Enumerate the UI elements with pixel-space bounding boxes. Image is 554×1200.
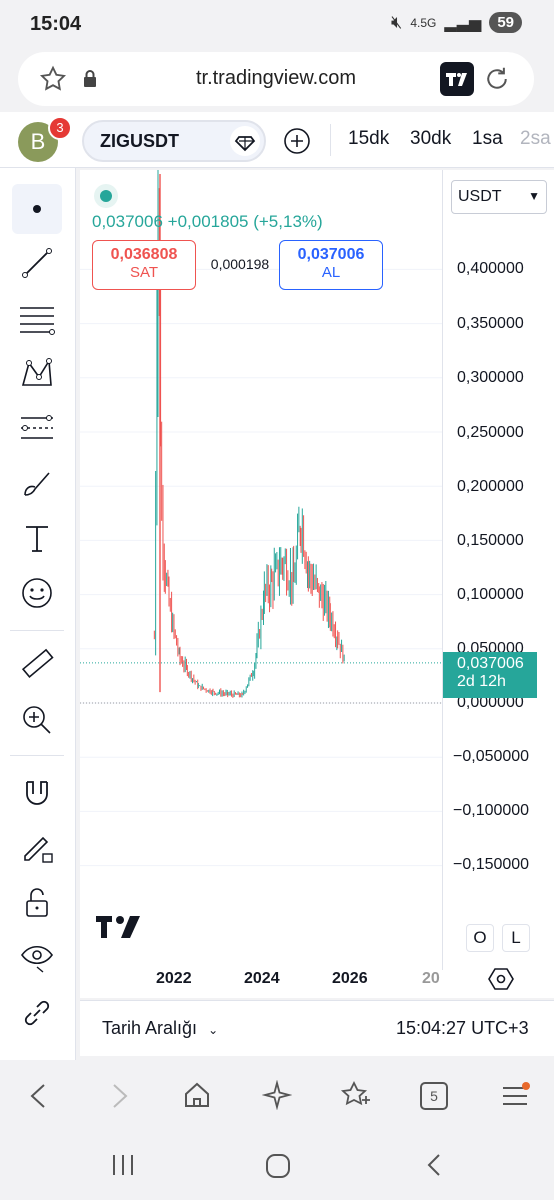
battery-badge: 59 [489,12,522,33]
drawing-toolbar [0,168,76,1060]
price-tick: 0,150000 [457,532,524,549]
menu-icon[interactable] [500,1082,530,1110]
time-axis-label: 2022 [156,970,192,987]
sell-label: SAT [129,264,159,281]
log-scale-button[interactable]: L [502,924,530,952]
forecast-tool[interactable] [12,403,62,453]
home-button-icon[interactable] [264,1152,292,1180]
change-value: +0,001805 [167,212,249,231]
sell-price: 0,036808 [110,246,178,263]
tabs-icon[interactable]: 5 [420,1082,448,1110]
last-price: 0,037006 [92,212,163,231]
price-tick: 0,300000 [457,369,524,386]
chart-header: B 3 ZIGUSDT 15dk 30dk 1sa 2sa [0,112,554,168]
unlock-icon[interactable] [12,878,62,928]
add-comparison-icon[interactable] [282,126,312,156]
ohlc-o-button[interactable]: O [466,924,494,952]
chevron-down-icon: ⌄ [208,1023,219,1037]
lock-drawing-icon[interactable] [12,823,62,873]
price-tick: 0,250000 [457,424,524,441]
mute-icon: 🔇︎ [391,12,403,32]
tradingview-app-icon[interactable] [440,62,474,96]
timezone-clock[interactable]: 15:04:27 UTC+3 [396,1018,529,1039]
price-tick: 0,100000 [457,586,524,603]
price-tick: 0,200000 [457,478,524,495]
price-axis[interactable]: USDT ▼ 0,400000 0,350000 0,300000 0,2500… [442,170,554,970]
time-axis-label: 2026 [332,970,368,987]
price-change-line: 0,037006 +0,001805 (+5,13%) [92,212,323,232]
chart-pane[interactable]: 0,037006 +0,001805 (+5,13%) 0,036808 SAT… [80,170,554,998]
price-tick: −0,100000 [453,802,530,819]
divider [10,755,64,756]
ruler-icon[interactable] [12,640,62,690]
reload-icon[interactable] [482,64,512,94]
text-tool[interactable] [12,513,62,563]
brush-tool[interactable] [12,458,62,508]
tradingview-logo-icon[interactable] [96,914,142,940]
sell-button[interactable]: 0,036808 SAT [92,240,196,290]
settings-hexagon-icon[interactable] [488,966,514,992]
system-navigation [0,1130,554,1200]
pattern-tool[interactable] [12,348,62,398]
recents-icon[interactable] [110,1152,136,1178]
browser-toolbar: 5 [0,1062,554,1130]
currency-value: USDT [458,188,502,205]
fib-tool[interactable] [12,293,62,343]
status-bar: 15:04 🔇︎ 4.5G ▂▃▅ 59 [0,0,554,50]
price-tick: −0,150000 [453,856,530,873]
currency-select[interactable]: USDT ▼ [451,180,547,214]
address-bar[interactable]: tr.tradingview.com [18,52,534,106]
home-icon[interactable] [182,1080,212,1110]
symbol-search[interactable]: ZIGUSDT [82,120,266,162]
bar-countdown: 2d 12h [457,673,506,690]
buy-button[interactable]: 0,037006 AL [279,240,383,290]
price-tick: 0,400000 [457,260,524,277]
divider [10,630,64,631]
chart-bottom-bar: Tarih Aralığı ⌄ 15:04:27 UTC+3 [80,1000,554,1056]
interval-2sa[interactable]: 2sa [520,128,551,150]
bookmarks-icon[interactable] [340,1080,372,1110]
network-label: 4.5G [410,15,437,30]
zoom-in-icon[interactable] [12,695,62,745]
price-chart[interactable] [80,170,442,970]
interval-15dk[interactable]: 15dk [348,128,389,150]
current-price-tag-value: 0,037006 [457,655,524,672]
trend-line-tool[interactable] [12,238,62,288]
time-axis-label: 20 [422,970,440,987]
forward-icon[interactable] [106,1082,132,1110]
magnet-icon[interactable] [12,768,62,818]
buy-price: 0,037006 [297,246,365,263]
back-icon[interactable] [26,1082,52,1110]
spread-value: 0,000198 [210,256,270,272]
notification-badge: 3 [48,116,72,140]
buy-label: AL [321,264,341,281]
divider [330,124,331,156]
diamond-icon[interactable] [230,126,260,156]
symbol-name: ZIGUSDT [100,131,179,151]
status-icons: 🔇︎ 4.5G ▂▃▅ 59 [391,12,522,33]
sparkle-icon[interactable] [262,1080,292,1110]
price-tick: 0,350000 [457,315,524,332]
chevron-down-icon: ▼ [528,189,540,203]
signal-icon: ▂▃▅ [444,14,482,32]
time-axis-label: 2024 [244,970,280,987]
interval-1sa[interactable]: 1sa [472,128,503,150]
date-range-label: Tarih Aralığı [102,1018,198,1038]
market-status-icon[interactable] [94,184,118,208]
current-price-tag: 0,037006 2d 12h [443,652,537,698]
change-percent: (+5,13%) [253,212,323,231]
status-time: 15:04 [30,13,82,35]
back-button-icon[interactable] [422,1152,446,1178]
eye-icon[interactable] [12,933,62,983]
price-tick: −0,050000 [453,748,530,765]
cursor-dot-tool[interactable] [12,184,62,234]
smiley-icon[interactable] [12,568,62,618]
date-range-button[interactable]: Tarih Aralığı ⌄ [102,1018,218,1039]
interval-30dk[interactable]: 30dk [410,128,451,150]
link-icon[interactable] [12,988,62,1038]
